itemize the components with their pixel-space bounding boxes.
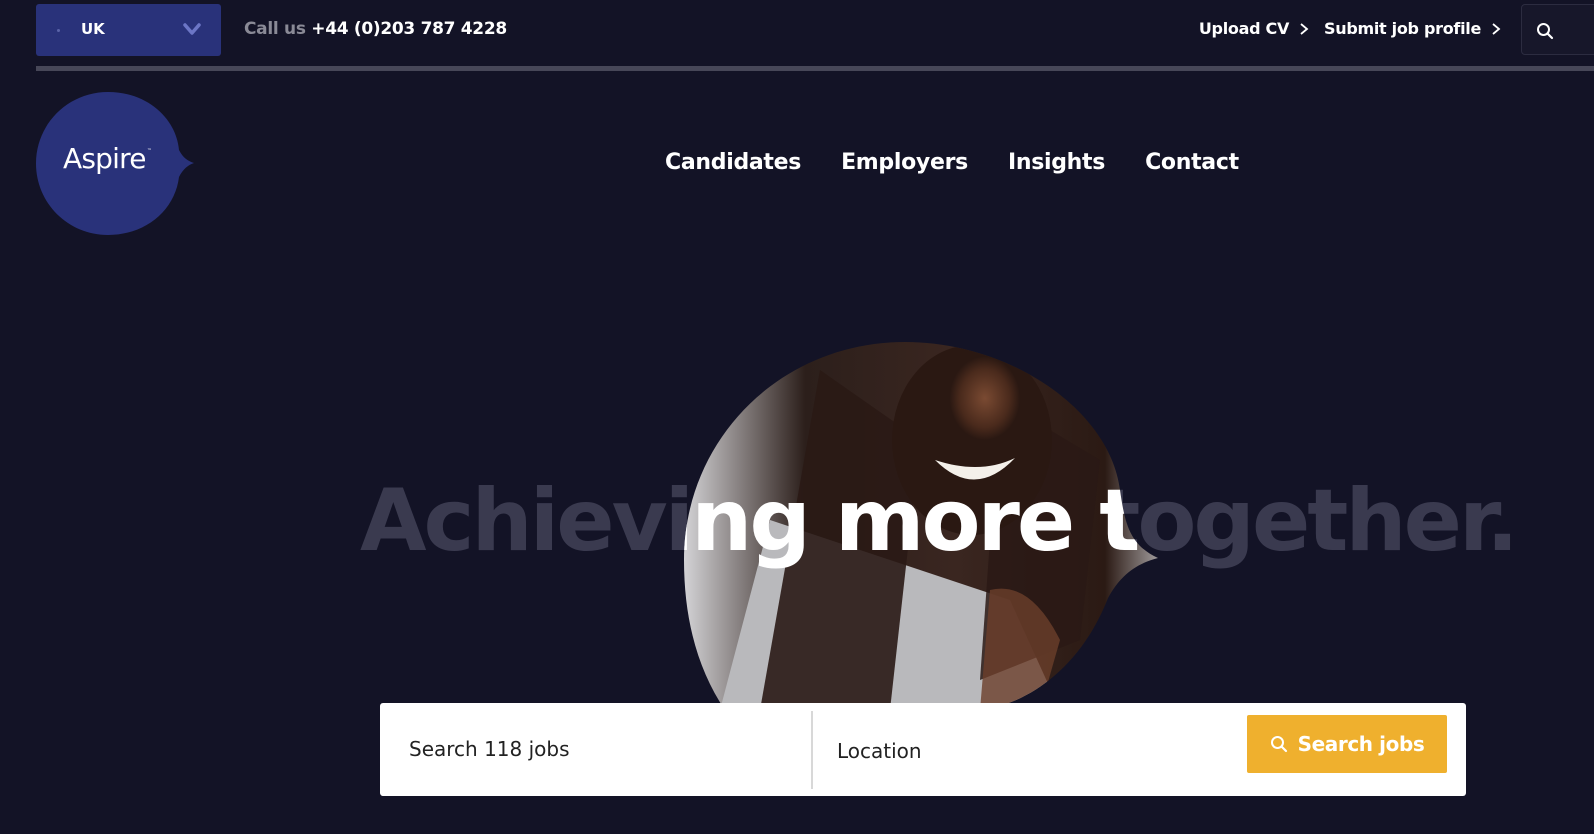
search-field-divider bbox=[811, 711, 813, 789]
search-jobs-label: Search jobs bbox=[1297, 732, 1425, 756]
country-label: UK bbox=[81, 20, 105, 38]
job-search-form: Search jobs bbox=[380, 703, 1466, 796]
nav-employers[interactable]: Employers bbox=[841, 150, 968, 175]
chevron-down-icon bbox=[183, 23, 201, 35]
call-us: Call us +44 (0)203 787 4228 bbox=[244, 19, 507, 39]
phone-link[interactable]: +44 (0)203 787 4228 bbox=[311, 19, 507, 39]
keyword-search-input[interactable] bbox=[409, 731, 799, 767]
hero-headline-white: Achieving more together. bbox=[691, 471, 1180, 571]
chevron-right-icon bbox=[1300, 22, 1309, 35]
location-input[interactable] bbox=[837, 733, 1227, 769]
header-divider bbox=[36, 66, 1594, 71]
main-nav: Candidates Employers Insights Contact bbox=[665, 150, 1239, 175]
country-selector[interactable]: UK bbox=[36, 4, 221, 56]
submit-job-profile-label: Submit job profile bbox=[1324, 19, 1481, 38]
aspire-logo[interactable]: Aspire ™ bbox=[36, 92, 196, 237]
submit-job-profile-link[interactable]: Submit job profile bbox=[1324, 19, 1502, 38]
trademark: ™ bbox=[147, 148, 152, 154]
search-icon bbox=[1270, 736, 1287, 753]
nav-candidates[interactable]: Candidates bbox=[665, 150, 801, 175]
search-jobs-button[interactable]: Search jobs bbox=[1247, 715, 1447, 773]
top-bar: UK Call us +44 (0)203 787 4228 Upload CV… bbox=[36, 4, 1594, 56]
upload-cv-link[interactable]: Upload CV bbox=[1199, 19, 1310, 38]
search-icon bbox=[1537, 23, 1554, 40]
upload-cv-label: Upload CV bbox=[1198, 19, 1290, 38]
site-search-button[interactable] bbox=[1521, 4, 1594, 55]
flag-icon bbox=[57, 29, 60, 32]
nav-contact[interactable]: Contact bbox=[1145, 150, 1239, 175]
nav-insights[interactable]: Insights bbox=[1008, 150, 1105, 175]
chevron-right-icon bbox=[1492, 22, 1501, 35]
call-us-label: Call us bbox=[244, 19, 306, 39]
logo-text: Aspire bbox=[63, 142, 146, 175]
top-links: Upload CV Submit job profile bbox=[1199, 19, 1502, 38]
